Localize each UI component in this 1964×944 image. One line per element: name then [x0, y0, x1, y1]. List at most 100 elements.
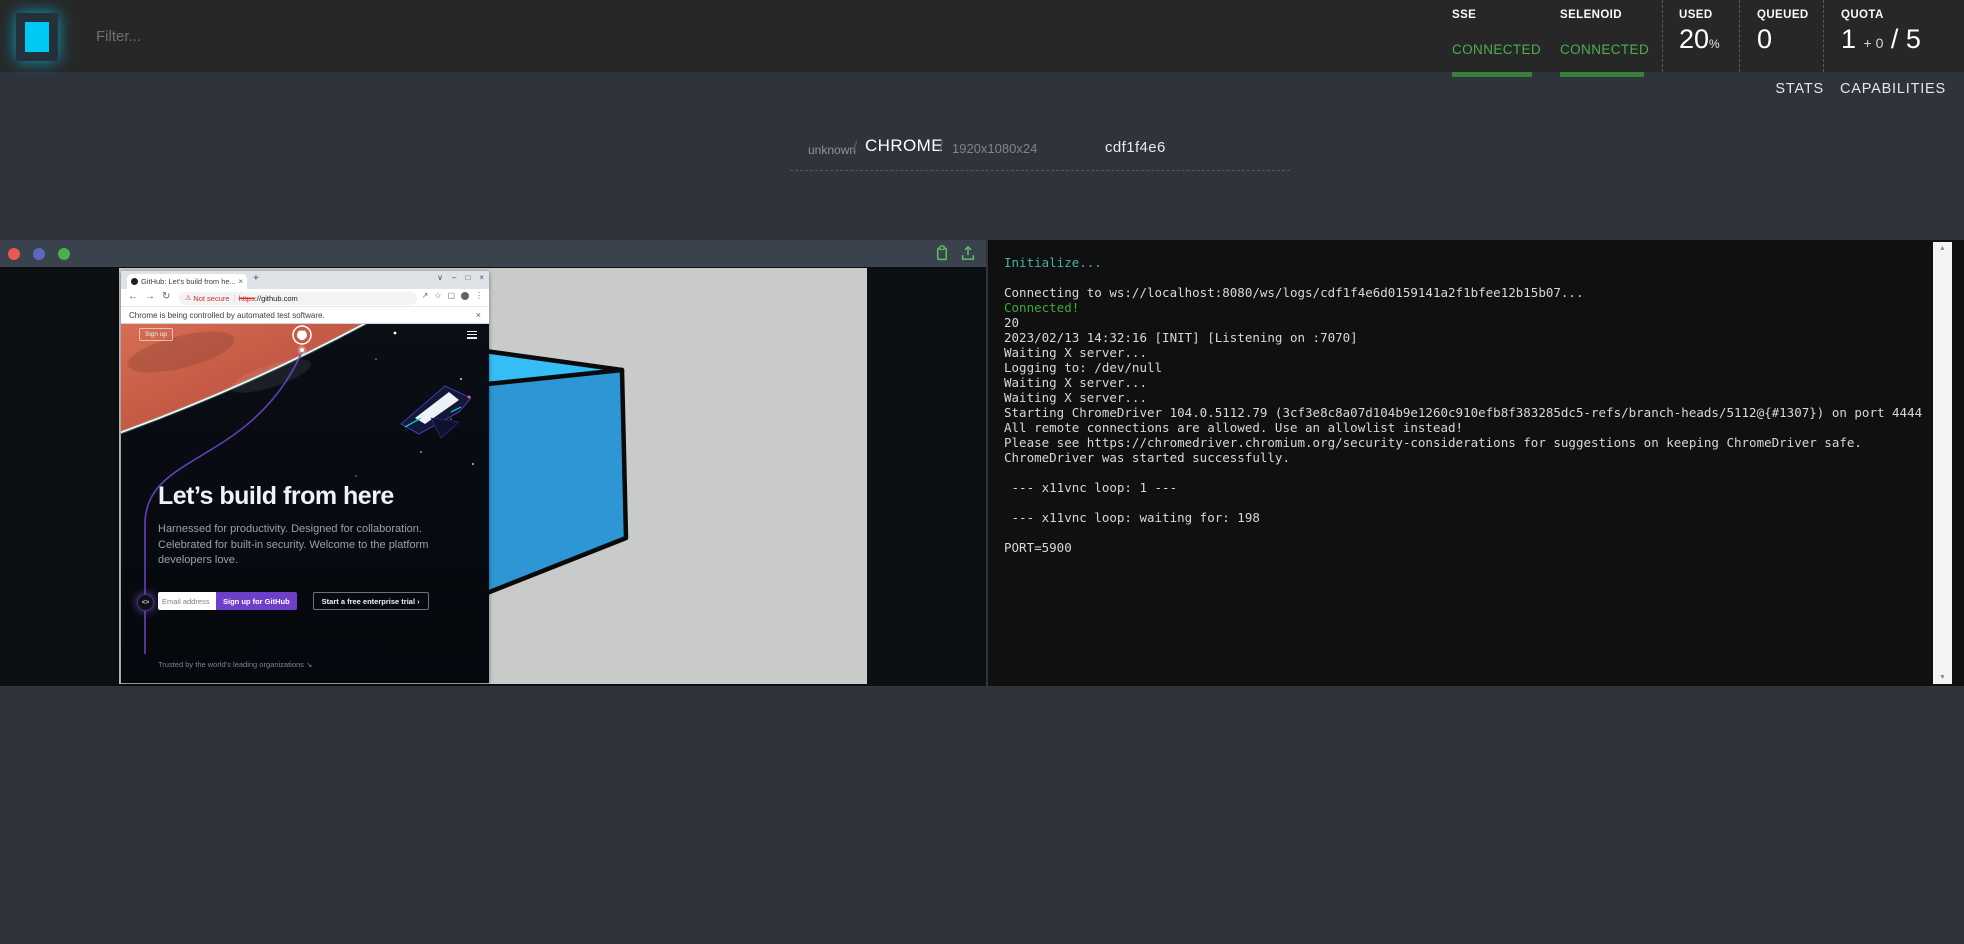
log-scrollbar[interactable]: ▲ ▼ [1933, 242, 1952, 684]
tab-close-icon[interactable]: × [238, 277, 243, 286]
log-line: 2023/02/13 14:32:16 [INIT] [Listening on… [1004, 330, 1914, 345]
log-line: Waiting X server... [1004, 345, 1914, 360]
session-id: cdf1f4e6 [1105, 139, 1166, 156]
close-icon[interactable]: × [479, 273, 484, 282]
sse-status: CONNECTED [1452, 42, 1541, 57]
sse-status-block: SSE CONNECTED [1452, 0, 1552, 72]
log-line: Initialize... [1004, 255, 1914, 270]
hamburger-menu-icon[interactable] [467, 331, 477, 341]
selenoid-ui-root: { "app": { "filter_placeholder": "Filter… [0, 0, 1964, 944]
github-footer-text: Trusted by the world’s leading organizat… [158, 660, 312, 669]
tab-search-icon[interactable]: ∨ [437, 273, 443, 282]
vnc-titlebar [0, 240, 986, 267]
url-bar[interactable]: ⚠ Not secure https ://github.com [179, 292, 417, 305]
tab-stats[interactable]: STATS [1775, 81, 1824, 97]
log-line [1004, 525, 1914, 540]
used-block: USED 20% [1662, 0, 1740, 72]
log-line: PORT=5900 [1004, 540, 1914, 555]
sse-status-underline [1452, 72, 1532, 77]
bookmark-star-icon[interactable]: ☆ [434, 291, 441, 300]
log-line: ChromeDriver was started successfully. [1004, 450, 1914, 465]
session-browser: CHROME [865, 136, 943, 156]
log-line: Logging to: /dev/null [1004, 360, 1914, 375]
session-owner: unknown [808, 143, 856, 157]
automation-notice: Chrome is being controlled by automated … [129, 311, 325, 320]
nav-buttons: ← → ↻ [128, 291, 170, 302]
signup-github-button[interactable]: Sign up for GitHub [216, 592, 297, 610]
log-line: --- x11vnc loop: waiting for: 198 [1004, 510, 1914, 525]
github-favicon [131, 278, 138, 285]
vnc-minimize-button[interactable] [33, 248, 45, 260]
share-icon[interactable]: ↗ [422, 291, 429, 300]
log-line: Connecting to ws://localhost:8080/ws/log… [1004, 285, 1914, 300]
selenoid-status-underline [1560, 72, 1644, 77]
log-line [1004, 465, 1914, 480]
enterprise-trial-button[interactable]: Start a free enterprise trial › [313, 592, 429, 610]
vnc-close-button[interactable] [8, 248, 20, 260]
github-headline: Let’s build from here [158, 482, 394, 511]
upload-icon[interactable] [960, 245, 976, 261]
log-line: Starting ChromeDriver 104.0.5112.79 (3cf… [1004, 405, 1914, 420]
forward-icon[interactable]: → [145, 291, 155, 302]
session-row[interactable]: unknown / CHROME / 1920x1080x24 cdf1f4e6 [790, 130, 1290, 171]
automation-infobar: Chrome is being controlled by automated … [121, 307, 489, 324]
log-line: All remote connections are allowed. Use … [1004, 420, 1914, 435]
used-label: USED [1679, 9, 1713, 21]
profile-avatar[interactable] [461, 292, 469, 300]
tab-title: GitHub: Let's build from he... [141, 277, 236, 286]
code-bracket-icon: <> [137, 594, 154, 611]
quota-label: QUOTA [1841, 9, 1884, 21]
infobar-close-icon[interactable]: × [476, 310, 481, 320]
selenoid-label: SELENOID [1560, 9, 1622, 21]
quota-value: 1 + 0 / 5 [1841, 24, 1921, 55]
queued-block: QUEUED 0 [1739, 0, 1824, 72]
vnc-panel: GitHub: Let's build from he... × + ∨ – □… [0, 240, 986, 686]
session-log[interactable]: Initialize... Connecting to ws://localhos… [988, 240, 1964, 686]
addressbar-icons: ↗ ☆ ▢ ⋮ [422, 291, 483, 300]
scroll-up-icon[interactable]: ▲ [1933, 245, 1952, 252]
browser-window: GitHub: Let's build from he... × + ∨ – □… [121, 271, 489, 683]
scroll-down-icon[interactable]: ▼ [1933, 674, 1952, 681]
reload-icon[interactable]: ↻ [162, 291, 170, 302]
clipboard-icon[interactable] [934, 245, 950, 261]
github-signup-top-button[interactable]: Sign up [139, 328, 173, 341]
log-line: Waiting X server... [1004, 390, 1914, 405]
log-line: Connected! [1004, 300, 1914, 315]
browser-tabstrip: GitHub: Let's build from he... × + ∨ – □… [121, 271, 489, 289]
top-header: SSE CONNECTED SELENOID CONNECTED USED 20… [0, 0, 1964, 72]
url-scheme: https [239, 294, 255, 303]
quota-block: QUOTA 1 + 0 / 5 [1823, 0, 1949, 72]
browser-addressbar: ← → ↻ ⚠ Not secure https ://github.com ↗… [121, 289, 489, 307]
menu-dots-icon[interactable]: ⋮ [475, 291, 483, 300]
vnc-screen[interactable]: GitHub: Let's build from he... × + ∨ – □… [0, 267, 986, 686]
selenoid-logo-icon[interactable] [16, 13, 58, 61]
new-tab-button[interactable]: + [253, 273, 259, 284]
selenoid-status: CONNECTED [1560, 42, 1649, 57]
back-icon[interactable]: ← [128, 291, 138, 302]
used-value: 20% [1679, 24, 1720, 55]
side-panel-icon[interactable]: ▢ [447, 291, 455, 300]
not-secure-label: Not secure [193, 294, 229, 303]
log-line: 20 [1004, 315, 1914, 330]
maximize-icon[interactable]: □ [465, 273, 470, 282]
tab-capabilities[interactable]: CAPABILITIES [1840, 81, 1946, 97]
log-line [1004, 270, 1914, 285]
log-line: Waiting X server... [1004, 375, 1914, 390]
session-resolution: 1920x1080x24 [952, 141, 1037, 156]
vnc-actions [934, 245, 976, 261]
url-host: ://github.com [255, 294, 298, 303]
queued-label: QUEUED [1757, 9, 1809, 21]
browser-tab[interactable]: GitHub: Let's build from he... × [127, 274, 247, 289]
session-separator: / [853, 139, 857, 156]
github-cta-row: Sign up for GitHub Start a free enterpri… [158, 592, 429, 610]
spaceship-art [401, 386, 471, 438]
vnc-desktop[interactable]: GitHub: Let's build from he... × + ∨ – □… [119, 268, 867, 684]
warning-icon: ⚠ [185, 294, 191, 302]
email-field[interactable] [158, 592, 216, 610]
window-controls: ∨ – □ × [437, 273, 484, 282]
github-subtext: Harnessed for productivity. Designed for… [158, 522, 428, 569]
log-line: Please see https://chromedriver.chromium… [1004, 435, 1914, 450]
filter-input[interactable] [94, 18, 578, 54]
minimize-icon[interactable]: – [452, 273, 456, 282]
vnc-fullscreen-button[interactable] [58, 248, 70, 260]
